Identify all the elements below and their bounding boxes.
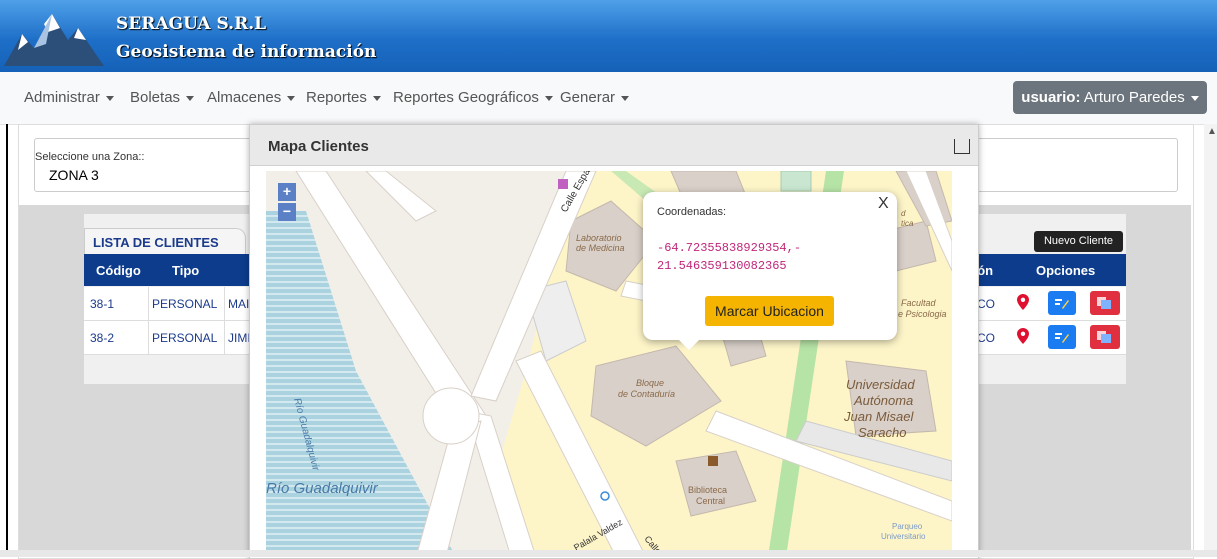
chevron-down-icon	[1190, 95, 1199, 101]
delete-button[interactable]	[1090, 325, 1120, 349]
cell-divider	[148, 321, 149, 354]
edit-button[interactable]	[1048, 325, 1076, 349]
cell-divider	[148, 287, 149, 320]
col-codigo: Código	[96, 263, 141, 278]
map-label-lab-2: de Medicina	[576, 243, 625, 253]
user-prefix: usuario:	[1021, 89, 1081, 106]
chevron-down-icon	[621, 95, 630, 101]
map-label-universidad-3: Juan Misael	[843, 409, 914, 424]
map-label-tica: tica	[901, 219, 914, 228]
cell-nombre: JIMI	[228, 331, 251, 345]
modal-header: Mapa Clientes	[250, 125, 978, 166]
clients-tab-label: LISTA DE CLIENTES	[93, 235, 219, 250]
modal-title: Mapa Clientes	[268, 138, 369, 155]
scroll-up-icon[interactable]: ▲	[1207, 126, 1217, 137]
map-label-parqueo-2: Universitario	[881, 532, 926, 541]
cell-divider	[224, 287, 225, 320]
app-header: SERAGUA S.R.L Geosistema de información	[0, 0, 1217, 72]
chevron-down-icon	[544, 95, 553, 101]
nav-almacenes[interactable]: Almacenes	[207, 89, 296, 106]
mark-location-button[interactable]: Marcar Ubicacion	[705, 296, 834, 326]
map-label-bloque-1: Bloque	[636, 378, 664, 388]
nav-label: Almacenes	[207, 89, 282, 106]
coordinates-popup: X Coordenadas: -64.72355838929354,- 21.5…	[643, 192, 897, 340]
zoom-control: + −	[278, 183, 296, 223]
bottom-scrollbar[interactable]	[0, 550, 1217, 557]
page-edge	[6, 124, 8, 557]
nav-label: Reportes Geográficos	[393, 89, 539, 106]
chevron-down-icon	[105, 95, 114, 101]
map-label-rio-horizontal: Río Guadalquivir	[266, 480, 379, 497]
user-name: Arturo Paredes	[1083, 89, 1185, 106]
map-label-facultad-1: Facultad	[901, 298, 937, 308]
map-label-universidad-4: Saracho	[858, 425, 906, 440]
zone-label: Seleccione una Zona::	[35, 151, 145, 163]
map-label-bloque-2: de Contaduría	[618, 389, 675, 399]
poi-icon	[558, 179, 568, 189]
mountain-logo-icon	[4, 14, 104, 66]
nav-reportes[interactable]: Reportes	[306, 89, 381, 106]
nav-reportes-geograficos[interactable]: Reportes Geográficos	[393, 89, 553, 106]
map-label-biblioteca-2: Central	[696, 496, 725, 506]
cell-codigo: 38-2	[90, 331, 115, 345]
edit-button[interactable]	[1048, 291, 1076, 315]
delete-icon	[1097, 331, 1111, 343]
cell-divider	[224, 321, 225, 354]
map-label-d: d	[901, 209, 906, 218]
edit-icon	[1055, 333, 1069, 343]
nav-label: Reportes	[306, 89, 367, 106]
popup-coordinates: -64.72355838929354,- 21.546359130082365	[657, 239, 837, 275]
company-name: SERAGUA S.R.L	[116, 14, 267, 34]
map-label-universidad-1: Universidad	[846, 377, 915, 392]
coord-line-2: 21.546359130082365	[657, 259, 787, 273]
app-subtitle: Geosistema de información	[116, 42, 377, 62]
clients-tab[interactable]: LISTA DE CLIENTES	[84, 228, 246, 255]
delete-icon	[1097, 297, 1111, 309]
new-client-button[interactable]: Nuevo Cliente	[1034, 231, 1123, 252]
cell-codigo: 38-1	[90, 297, 115, 311]
zoom-out-button[interactable]: −	[278, 203, 296, 221]
chevron-down-icon	[186, 95, 195, 101]
map-label-universidad-2: Autónoma	[853, 393, 913, 408]
zoom-in-button[interactable]: +	[278, 183, 296, 201]
nav-boletas[interactable]: Boletas	[130, 89, 195, 106]
popup-label: Coordenadas:	[657, 206, 727, 218]
col-tipo: Tipo	[172, 263, 200, 278]
map-label-parqueo-1: Parqueo	[892, 522, 923, 531]
cell-tipo: PERSONAL	[152, 331, 218, 345]
popup-tip	[677, 338, 701, 350]
zone-value: ZONA 3	[49, 167, 99, 183]
nav-generar[interactable]: Generar	[560, 89, 630, 106]
nav-label: Administrar	[24, 89, 100, 106]
chevron-down-icon	[287, 95, 296, 101]
chevron-down-icon	[372, 95, 381, 101]
col-opciones: Opciones	[1036, 263, 1096, 278]
location-pin-icon[interactable]	[1017, 294, 1029, 310]
nav-label: Boletas	[130, 89, 181, 106]
location-pin-icon[interactable]	[1017, 328, 1029, 344]
edit-icon	[1055, 299, 1069, 309]
map-label-facultad-2: e Psicologia	[898, 309, 947, 319]
coord-line-1: -64.72355838929354,-	[657, 241, 802, 255]
library-icon	[708, 456, 718, 466]
user-menu-button[interactable]: usuario: Arturo Paredes	[1013, 81, 1207, 114]
nav-administrar[interactable]: Administrar	[24, 89, 114, 106]
cell-nombre: MAI	[228, 297, 250, 311]
delete-button[interactable]	[1090, 291, 1120, 315]
page-scrollbar[interactable]	[1204, 124, 1217, 557]
popup-close-button[interactable]: X	[878, 195, 889, 213]
nav-label: Generar	[560, 89, 616, 106]
cell-extra: CO	[977, 331, 995, 345]
cell-extra: CO	[977, 297, 995, 311]
map-label-lab-1: Laboratorio	[576, 233, 622, 243]
maximize-icon[interactable]	[954, 139, 970, 154]
map-label-biblioteca-1: Biblioteca	[688, 485, 727, 495]
cell-tipo: PERSONAL	[152, 297, 218, 311]
